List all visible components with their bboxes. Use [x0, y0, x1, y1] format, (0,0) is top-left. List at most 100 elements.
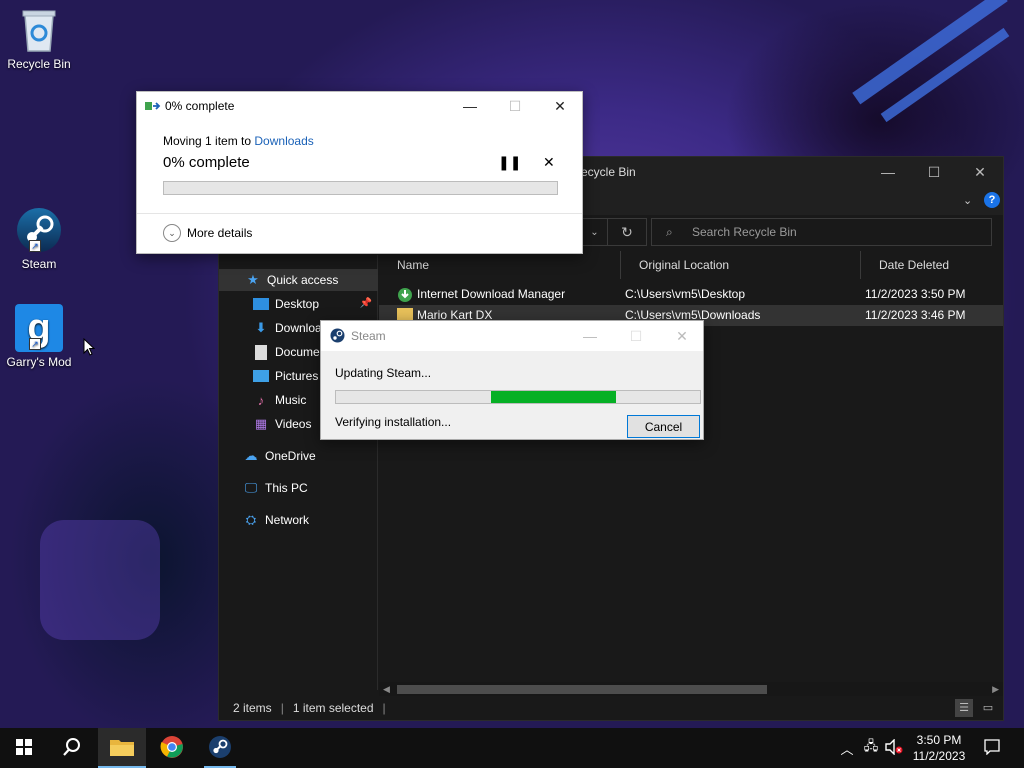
desktop-icon-label: Steam [21, 257, 57, 271]
show-hidden-icons-button[interactable]: ︿ [838, 728, 856, 768]
maximize-icon: ☐ [508, 97, 522, 114]
column-header-original-location[interactable]: Original Location [621, 251, 861, 279]
taskbar-chrome[interactable] [148, 728, 196, 768]
ribbon-expand-icon[interactable]: ⌄ [963, 194, 972, 207]
nav-item-label: Videos [275, 417, 312, 431]
refresh-button[interactable]: ↻ [607, 218, 647, 246]
shortcut-arrow-icon: ↗ [29, 240, 41, 252]
update-status: Updating Steam... [335, 366, 432, 380]
row-date: 11/2/2023 3:50 PM [865, 287, 966, 301]
nav-item-label: Downloa [275, 321, 322, 335]
minimize-button[interactable]: — [567, 321, 613, 351]
nav-item-label: Desktop [275, 297, 320, 311]
nav-item-label: Network [265, 513, 310, 527]
desktop-icon-steam[interactable]: ↗ Steam [4, 206, 74, 271]
desktop-icon-label: Recycle Bin [7, 57, 71, 71]
steam-icon: ↗ [15, 206, 63, 254]
address-dropdown-button[interactable]: ⌄ [581, 218, 607, 246]
pictures-icon [253, 370, 269, 382]
taskbar-steam[interactable] [196, 728, 244, 768]
mouse-cursor-icon [83, 337, 96, 359]
download-arrow-icon: ⬇ [255, 320, 267, 335]
details-view-icon: ☰ [959, 702, 969, 714]
close-button[interactable]: ✕ [537, 92, 583, 120]
destination-link[interactable]: Downloads [254, 134, 313, 148]
close-icon: ✕ [554, 97, 566, 114]
scrollbar-thumb[interactable] [397, 685, 767, 694]
network-tray-button[interactable]: 🖧 [862, 728, 880, 768]
minimize-icon: — [463, 98, 477, 114]
move-progress-dialog: 0% complete — ☐ ✕ Moving 1 item to Downl… [136, 91, 583, 254]
volume-muted-icon [885, 737, 903, 758]
transfer-progress-bar [163, 181, 558, 195]
clock-date: 11/2/2023 [912, 749, 966, 763]
desktop-icon-recycle-bin[interactable]: Recycle Bin [4, 6, 74, 71]
nav-item-onedrive[interactable]: ☁ OneDrive [219, 445, 378, 467]
close-button[interactable]: ✕ [659, 321, 705, 351]
cloud-icon: ☁ [244, 448, 258, 463]
recycle-bin-icon [15, 6, 63, 54]
maximize-button: ☐ [613, 321, 659, 351]
search-icon [62, 737, 82, 760]
action-center-button[interactable] [978, 728, 1006, 768]
maximize-button[interactable]: ☐ [911, 157, 957, 187]
nav-item-network[interactable]: ⛭ Network [219, 509, 378, 531]
start-button[interactable] [0, 728, 48, 768]
cancel-transfer-button[interactable]: ✕ [543, 154, 555, 171]
network-icon: ⛭ [245, 512, 257, 527]
nav-item-label: Documen [275, 345, 327, 359]
chevron-down-icon: ⌄ [590, 226, 599, 238]
volume-tray-button[interactable] [884, 728, 904, 768]
scroll-right-icon[interactable]: ▶ [992, 682, 999, 696]
clock-time: 3:50 PM [916, 733, 962, 747]
desktop-icon-label: Garry's Mod [6, 355, 72, 369]
details-view-button[interactable]: ☰ [955, 699, 973, 717]
column-header-date-deleted[interactable]: Date Deleted [861, 251, 1003, 279]
pause-button[interactable]: ❚❚ [498, 154, 521, 171]
nav-item-quick-access[interactable]: ★ Quick access [219, 269, 378, 291]
update-substatus: Verifying installation... [335, 415, 452, 429]
file-explorer-icon [110, 738, 134, 759]
nav-item-desktop[interactable]: Desktop 📌 [219, 293, 378, 315]
help-icon[interactable]: ? [984, 192, 1000, 208]
more-details-button[interactable]: ⌄ More details [163, 224, 252, 242]
column-header-name[interactable]: Name [379, 251, 621, 279]
taskbar: ︿ 🖧 3:50 PM 11/2/2023 [0, 728, 1024, 768]
search-button[interactable] [48, 728, 96, 768]
search-icon: ⌕ [666, 225, 673, 239]
nav-item-label: Music [275, 393, 307, 407]
cancel-button[interactable]: Cancel [627, 415, 700, 438]
row-name: Internet Download Manager [417, 287, 566, 301]
chrome-icon [160, 735, 184, 762]
percent-complete: 0% complete [163, 154, 250, 171]
system-clock[interactable]: 3:50 PM 11/2/2023 [906, 732, 972, 764]
scroll-left-icon[interactable]: ◀ [383, 682, 390, 696]
minimize-button[interactable]: — [447, 92, 493, 120]
steam-icon [208, 735, 232, 762]
star-icon: ★ [247, 272, 259, 287]
minimize-button[interactable]: — [865, 157, 911, 187]
maximize-button: ☐ [492, 92, 538, 120]
maximize-icon: ☐ [927, 163, 941, 180]
nav-item-this-pc[interactable]: 🖵 This PC [219, 477, 378, 499]
close-button[interactable]: ✕ [957, 157, 1003, 187]
nav-item-label: OneDrive [265, 449, 316, 463]
garrys-mod-icon: g ↗ [15, 304, 63, 352]
computer-icon: 🖵 [244, 480, 258, 495]
table-row[interactable]: Internet Download Manager C:\Users\vm5\D… [379, 284, 1003, 305]
status-item-count: 2 items [233, 701, 272, 715]
close-icon: ✕ [543, 154, 555, 170]
tiles-view-button[interactable]: ▭ [979, 699, 997, 717]
status-separator: | [382, 701, 386, 715]
minimize-icon: — [881, 164, 895, 180]
steam-icon [330, 328, 345, 346]
windows-logo-icon [16, 738, 32, 758]
nav-item-label: Quick access [267, 273, 339, 287]
explorer-title: ecycle Bin [581, 165, 636, 179]
desktop-icon-garrys-mod[interactable]: g ↗ Garry's Mod [4, 304, 74, 369]
search-input[interactable]: ⌕ Search Recycle Bin [651, 218, 992, 246]
status-separator: | [280, 701, 284, 715]
row-date: 11/2/2023 3:46 PM [865, 308, 966, 322]
horizontal-scrollbar[interactable]: ◀ ▶ [379, 682, 1003, 696]
taskbar-file-explorer[interactable] [98, 728, 146, 768]
